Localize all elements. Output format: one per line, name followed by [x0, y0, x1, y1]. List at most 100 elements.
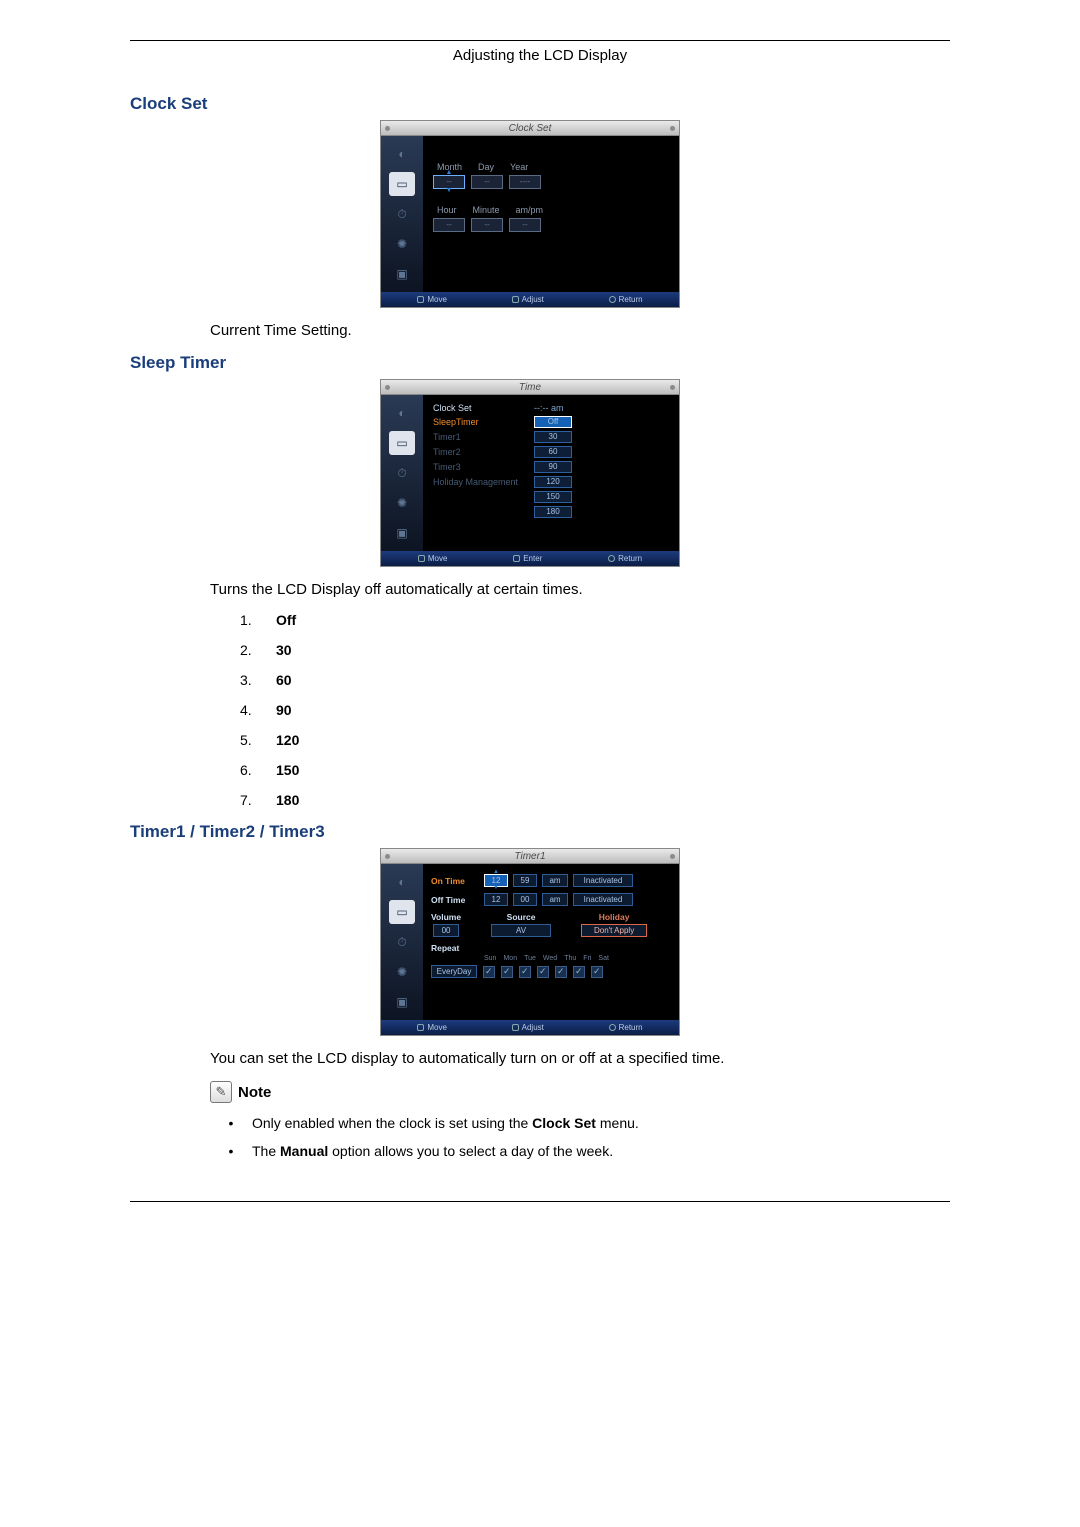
cs-minute-field[interactable]: -- — [471, 218, 503, 232]
check-tue[interactable] — [519, 966, 531, 978]
side-icon-picture[interactable]: ▭ — [389, 172, 415, 196]
sleep-chip-150[interactable]: 150 — [534, 491, 572, 503]
sleep-chip-30[interactable]: 30 — [534, 431, 572, 443]
sleep-chip-60[interactable]: 60 — [534, 446, 572, 458]
list-val: 150 — [276, 762, 299, 778]
side-icon-setup[interactable]: ✺ — [389, 960, 415, 984]
adjust-icon — [512, 296, 519, 303]
list-num: 5. — [240, 732, 258, 748]
sleep-chip-120[interactable]: 120 — [534, 476, 572, 488]
sleep-timer-desc: Turns the LCD Display off automatically … — [210, 581, 950, 598]
side-icon-input[interactable]: ◐ — [389, 870, 415, 894]
osd-footer: Move Adjust Return — [381, 1020, 679, 1035]
cs-year-field[interactable]: ---- — [509, 175, 541, 189]
footer-move: Move — [428, 554, 448, 563]
on-time-hour[interactable]: 12 — [484, 874, 508, 887]
cs-label-ampm: am/pm — [516, 205, 544, 215]
menu-clock-set[interactable]: Clock Set — [433, 403, 528, 413]
check-fri[interactable] — [573, 966, 585, 978]
side-icon-time[interactable]: ⏱ — [389, 202, 415, 226]
side-icon-input[interactable]: ◐ — [389, 401, 415, 425]
cs-month-field[interactable]: -- — [433, 175, 465, 189]
cs-hour-field[interactable]: -- — [433, 218, 465, 232]
cs-label-minute: Minute — [473, 205, 500, 215]
side-icon-multi[interactable]: ▣ — [389, 990, 415, 1014]
note-label: Note — [238, 1084, 271, 1101]
side-icon-setup[interactable]: ✺ — [389, 232, 415, 256]
side-icon-input[interactable]: ◐ — [389, 142, 415, 166]
check-sat[interactable] — [591, 966, 603, 978]
bullet-icon: • — [226, 1115, 236, 1131]
clock-set-heading: Clock Set — [130, 94, 950, 114]
on-time-label: On Time — [431, 876, 479, 886]
note-row: ✎ Note — [210, 1081, 950, 1103]
osd-panel: Timer1 ◐ ▭ ⏱ ✺ ▣ On Time 12 59 — [380, 848, 680, 1036]
side-icon-picture[interactable]: ▭ — [389, 900, 415, 924]
off-time-hour[interactable]: 12 — [484, 893, 508, 906]
osd-footer: Move Adjust Return — [381, 292, 679, 307]
on-time-state[interactable]: Inactivated — [573, 874, 633, 887]
list-num: 4. — [240, 702, 258, 718]
enter-icon — [513, 555, 520, 562]
sleep-timer-off[interactable]: Off — [534, 416, 572, 428]
cs-label-year: Year — [510, 162, 528, 172]
off-time-label: Off Time — [431, 895, 479, 905]
check-wed[interactable] — [537, 966, 549, 978]
list-num: 6. — [240, 762, 258, 778]
list-val: 120 — [276, 732, 299, 748]
menu-timer1[interactable]: Timer1 — [433, 432, 528, 442]
footer-move: Move — [427, 295, 447, 304]
notes-list: • Only enabled when the clock is set usi… — [226, 1115, 950, 1159]
menu-timer3[interactable]: Timer3 — [433, 462, 528, 472]
day-sat: Sat — [598, 955, 609, 962]
footer-adjust: Adjust — [522, 1023, 544, 1032]
check-mon[interactable] — [501, 966, 513, 978]
side-icon-time[interactable]: ⏱ — [389, 930, 415, 954]
osd-side-icons: ◐ ▭ ⏱ ✺ ▣ — [381, 136, 423, 292]
footer-enter: Enter — [523, 554, 542, 563]
cs-ampm-field[interactable]: -- — [509, 218, 541, 232]
footer-return: Return — [619, 295, 643, 304]
check-sun[interactable] — [483, 966, 495, 978]
list-item: • The Manual option allows you to select… — [226, 1143, 950, 1159]
menu-holiday-mgmt[interactable]: Holiday Management — [433, 477, 528, 487]
side-icon-multi[interactable]: ▣ — [389, 521, 415, 545]
volume-value[interactable]: 00 — [433, 924, 459, 937]
list-item: 2.30 — [240, 642, 950, 658]
holiday-label: Holiday — [599, 912, 630, 922]
footer-move: Move — [427, 1023, 447, 1032]
source-value[interactable]: AV — [491, 924, 551, 937]
page: Adjusting the LCD Display Clock Set Cloc… — [130, 40, 950, 1202]
off-time-state[interactable]: Inactivated — [573, 893, 633, 906]
footer-return: Return — [619, 1023, 643, 1032]
side-icon-multi[interactable]: ▣ — [389, 262, 415, 286]
check-thu[interactable] — [555, 966, 567, 978]
day-fri: Fri — [583, 955, 591, 962]
menu-sleep-timer[interactable]: SleepTimer — [433, 417, 528, 427]
source-label: Source — [507, 912, 536, 922]
on-time-ampm[interactable]: am — [542, 874, 568, 887]
holiday-value[interactable]: Don't Apply — [581, 924, 647, 937]
side-icon-time[interactable]: ⏱ — [389, 461, 415, 485]
on-time-min[interactable]: 59 — [513, 874, 537, 887]
sleep-timer-options-list: 1.Off 2.30 3.60 4.90 5.120 6.150 7.180 — [240, 612, 950, 808]
timers-desc: You can set the LCD display to automatic… — [210, 1050, 950, 1067]
bullet-icon: • — [226, 1143, 236, 1159]
list-num: 2. — [240, 642, 258, 658]
list-item: 5. 120 — [240, 732, 950, 748]
repeat-value[interactable]: EveryDay — [431, 965, 477, 978]
menu-timer2[interactable]: Timer2 — [433, 447, 528, 457]
sleep-chip-90[interactable]: 90 — [534, 461, 572, 473]
day-mon: Mon — [503, 955, 517, 962]
side-icon-setup[interactable]: ✺ — [389, 491, 415, 515]
sleep-chip-180[interactable]: 180 — [534, 506, 572, 518]
off-time-min[interactable]: 00 — [513, 893, 537, 906]
list-item: 6. 150 — [240, 762, 950, 778]
off-time-ampm[interactable]: am — [542, 893, 568, 906]
side-icon-picture[interactable]: ▭ — [389, 431, 415, 455]
volume-label: Volume — [431, 912, 461, 922]
cs-day-field[interactable]: -- — [471, 175, 503, 189]
cs-label-hour: Hour — [437, 205, 457, 215]
cs-label-day: Day — [478, 162, 494, 172]
list-val: 60 — [276, 672, 292, 688]
